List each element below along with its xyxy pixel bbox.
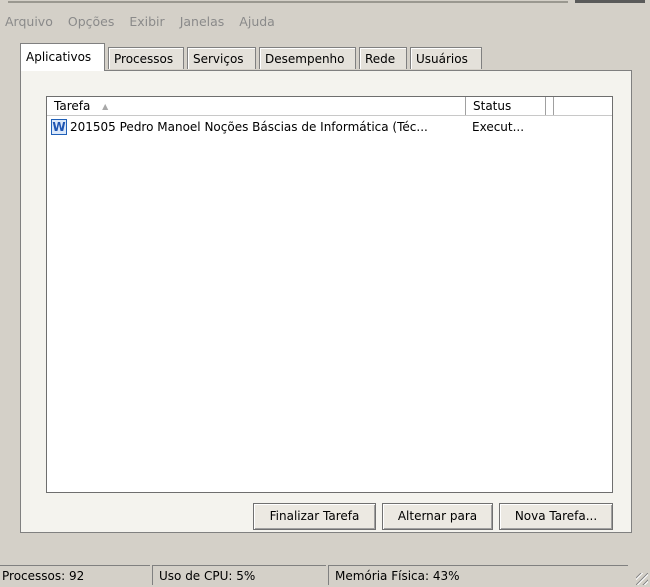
task-status: Execut... <box>472 120 525 134</box>
menu-janelas[interactable]: Janelas <box>173 12 233 32</box>
end-task-button[interactable]: Finalizar Tarefa <box>253 503 376 530</box>
tab-servicos[interactable]: Serviços <box>187 47 256 69</box>
window-top-border <box>0 0 650 4</box>
menu-arquivo[interactable]: Arquivo <box>0 12 61 32</box>
list-item[interactable]: W 201505 Pedro Manoel Noções Báscias de … <box>47 117 612 137</box>
sort-ascending-icon: ▲ <box>102 101 109 111</box>
column-header-tarefa[interactable]: Tarefa ▲ <box>47 97 466 115</box>
column-header-empty[interactable] <box>546 97 554 115</box>
status-memory: Memória Física: 43% <box>328 565 628 585</box>
tab-usuarios[interactable]: Usuários <box>410 47 482 69</box>
resize-grip-icon[interactable] <box>636 573 648 585</box>
switch-to-button[interactable]: Alternar para <box>382 503 493 530</box>
tab-aplicativos[interactable]: Aplicativos <box>20 43 105 71</box>
menu-ajuda[interactable]: Ajuda <box>232 12 283 32</box>
new-task-button[interactable]: Nova Tarefa... <box>499 503 613 530</box>
status-bar: Processos: 92 Uso de CPU: 5% Memória Fís… <box>0 563 650 587</box>
menu-opcoes[interactable]: Opções <box>61 12 123 32</box>
task-list[interactable]: Tarefa ▲ Status W 201505 Pedro Manoel No… <box>46 96 613 493</box>
tab-desempenho[interactable]: Desempenho <box>259 47 356 69</box>
word-document-icon: W <box>51 119 67 135</box>
tab-processos[interactable]: Processos <box>108 47 184 69</box>
list-header: Tarefa ▲ Status <box>47 97 612 116</box>
menu-exibir[interactable]: Exibir <box>122 12 172 32</box>
status-cpu: Uso de CPU: 5% <box>152 565 326 585</box>
tab-rede[interactable]: Rede <box>359 47 407 69</box>
column-label-tarefa: Tarefa <box>54 99 91 113</box>
status-processes: Processos: 92 <box>0 565 150 585</box>
task-name: 201505 Pedro Manoel Noções Báscias de In… <box>70 120 428 134</box>
menu-bar: Arquivo Opções Exibir Janelas Ajuda <box>0 12 283 32</box>
column-header-status[interactable]: Status <box>466 97 546 115</box>
